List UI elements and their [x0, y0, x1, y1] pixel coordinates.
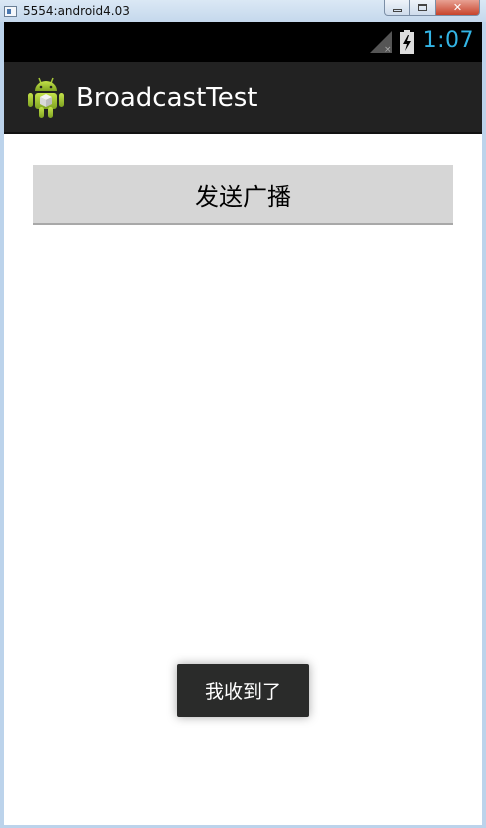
status-clock: 1:07 [422, 28, 474, 53]
signal-no-service-icon: × [370, 31, 392, 53]
svg-text:×: × [384, 45, 392, 53]
maximize-button[interactable] [410, 0, 436, 16]
window-frame-right [482, 22, 486, 828]
battery-charging-icon [400, 30, 414, 54]
minimize-icon [392, 8, 402, 12]
toast-text: 我收到了 [204, 681, 281, 703]
maximize-icon [418, 4, 427, 11]
action-bar: BroadcastTest [4, 62, 482, 134]
window-controls: ✕ [384, 0, 480, 16]
window-title: 5554:android4.03 [23, 4, 130, 18]
emulator-window-icon [4, 5, 17, 17]
send-broadcast-button[interactable]: 发送广播 [33, 165, 453, 225]
window-title-bar[interactable]: 5554:android4.03 ✕ [0, 0, 486, 22]
toast-message: 我收到了 [177, 664, 309, 717]
close-icon: ✕ [452, 1, 463, 14]
status-bar: × 1:07 [4, 22, 482, 62]
minimize-button[interactable] [384, 0, 410, 16]
android-screen: × 1:07 BroadcastTest 发送广播 我收到了 [4, 22, 482, 825]
close-button[interactable]: ✕ [436, 0, 480, 16]
android-robot-icon [28, 77, 64, 118]
app-title: BroadcastTest [76, 83, 258, 113]
